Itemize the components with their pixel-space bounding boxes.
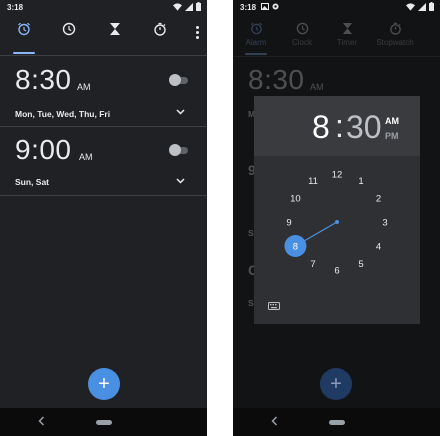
wifi-icon <box>406 2 415 11</box>
time-picker-dialog: 8 : 30 AM PM 12 1 2 3 4 5 6 7 8 9 10 11 <box>254 96 420 324</box>
clock-icon <box>296 22 308 35</box>
tab-clock[interactable]: Clock <box>281 14 323 54</box>
alarm-days: S <box>248 298 254 308</box>
alarm-list-screen: 3:18 8:30 AM Mon, Tue, Wed, Thu, Fri 9:0… <box>0 0 207 436</box>
dial-number-5[interactable]: 5 <box>358 259 363 270</box>
tab-bar: Alarm Clock Timer Stopwatch <box>233 14 440 55</box>
dial-number-7[interactable]: 7 <box>310 259 315 270</box>
alarm-toggle[interactable] <box>169 74 189 86</box>
active-tab-indicator <box>245 53 267 55</box>
tab-timer[interactable] <box>94 14 136 54</box>
add-alarm-button[interactable]: + <box>320 368 352 400</box>
tab-timer[interactable]: Timer <box>326 14 368 54</box>
tab-clock[interactable] <box>48 14 90 54</box>
add-alarm-button[interactable]: + <box>88 368 120 400</box>
tab-alarm[interactable]: Alarm <box>235 14 277 54</box>
alarm-icon <box>250 22 262 35</box>
active-tab-indicator <box>13 52 35 54</box>
back-icon[interactable] <box>38 416 45 426</box>
cell-signal-icon <box>185 2 193 11</box>
alarm-days: S <box>248 228 254 238</box>
tab-label: Stopwatch <box>376 38 414 47</box>
wifi-icon <box>173 2 182 11</box>
time-picker-screen: 3:18 Alarm Clock Timer Stopwatch 8:30 AM… <box>233 0 440 436</box>
stopwatch-icon <box>154 22 166 36</box>
tab-label: Timer <box>336 38 358 47</box>
alarm-ampm: AM <box>79 152 93 162</box>
status-time: 3:18 <box>240 3 257 12</box>
dial-number-10[interactable]: 10 <box>290 194 301 205</box>
tab-stopwatch[interactable] <box>139 14 181 54</box>
clock-icon <box>62 22 76 36</box>
chevron-down-icon[interactable] <box>176 178 185 184</box>
dial-number-3[interactable]: 3 <box>382 218 387 229</box>
dial-number-12[interactable]: 12 <box>332 170 343 181</box>
clock-center-dot <box>335 220 339 224</box>
dial-number-11[interactable]: 11 <box>308 176 318 187</box>
dial-number-2[interactable]: 2 <box>376 194 381 205</box>
tab-label: Clock <box>291 38 312 47</box>
settings-notification-icon <box>272 3 279 10</box>
picker-separator: : <box>335 108 344 144</box>
am-toggle[interactable]: AM <box>385 116 399 126</box>
status-bar: 3:18 <box>0 0 207 14</box>
home-button[interactable] <box>96 420 112 425</box>
timer-icon <box>110 23 120 35</box>
stopwatch-icon <box>389 22 401 35</box>
battery-icon <box>429 2 434 11</box>
alarm-ampm: AM <box>77 82 91 92</box>
dial-number-9[interactable]: 9 <box>286 218 291 229</box>
dial-number-8[interactable]: 8 <box>293 242 298 253</box>
alarm-toggle[interactable] <box>169 144 189 156</box>
cell-signal-icon <box>418 2 426 11</box>
time-picker-header: 8 : 30 AM PM <box>254 96 420 156</box>
picker-hour[interactable]: 8 <box>312 109 330 146</box>
status-bar: 3:18 <box>233 0 440 14</box>
dial-number-1[interactable]: 1 <box>358 176 363 187</box>
timer-icon <box>342 23 352 34</box>
header-divider <box>0 55 207 56</box>
alarm-time[interactable]: 9:00 <box>15 134 72 166</box>
pm-toggle[interactable]: PM <box>385 131 399 141</box>
navigation-bar <box>0 408 207 436</box>
dial-number-6[interactable]: 6 <box>334 266 339 277</box>
tab-bar <box>0 14 207 54</box>
alarm-days: Sun, Sat <box>15 177 50 187</box>
picker-minute[interactable]: 30 <box>346 109 382 146</box>
tab-label: Alarm <box>245 38 267 47</box>
status-time: 3:18 <box>7 3 24 12</box>
navigation-bar <box>233 408 440 436</box>
alarm-icon <box>18 22 30 36</box>
tab-alarm[interactable] <box>3 14 45 54</box>
battery-icon <box>196 2 201 11</box>
home-button[interactable] <box>329 420 345 425</box>
alarm-days: Mon, Tue, Wed, Thu, Fri <box>15 109 111 119</box>
dial-number-4[interactable]: 4 <box>376 242 381 253</box>
alarm-ampm: AM <box>310 82 324 92</box>
alarm-divider <box>0 195 207 196</box>
header-divider <box>233 56 440 57</box>
back-icon[interactable] <box>271 416 278 426</box>
alarm-time[interactable]: 8:30 <box>15 64 72 96</box>
image-notification-icon <box>261 3 269 10</box>
alarm-time: 8:30 <box>248 64 305 95</box>
alarm-divider <box>0 126 207 127</box>
clock-dial[interactable]: 121234567891011 <box>275 160 399 284</box>
chevron-down-icon[interactable] <box>176 109 185 115</box>
overflow-menu-button[interactable] <box>195 26 199 39</box>
tab-stopwatch[interactable]: Stopwatch <box>373 14 417 54</box>
keyboard-icon[interactable] <box>268 302 280 310</box>
